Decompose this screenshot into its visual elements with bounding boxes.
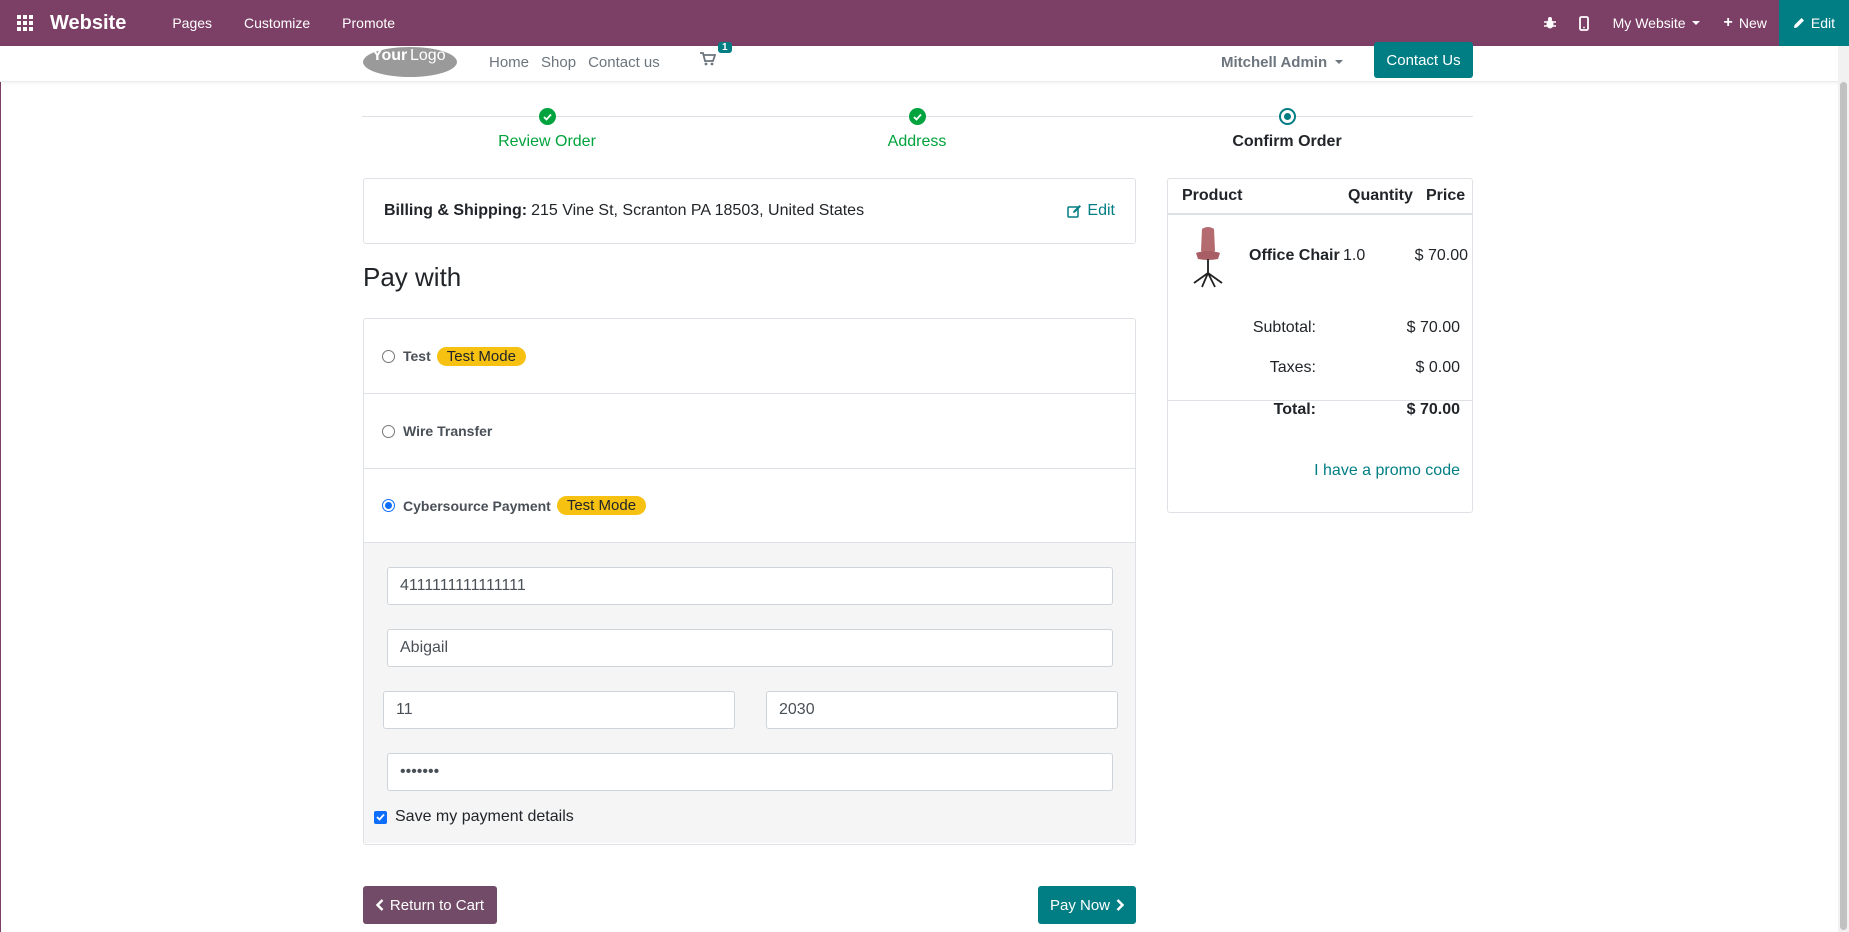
- step-address[interactable]: Address: [857, 108, 977, 151]
- taxes-label: Taxes:: [1269, 359, 1316, 376]
- expiry-year-input[interactable]: 2030: [766, 691, 1118, 729]
- admin-topbar: Website Pages Customize Promote My Websi…: [0, 0, 1849, 46]
- radio-button[interactable]: [382, 349, 395, 363]
- caret-down-icon: [1335, 60, 1344, 64]
- nav-customize[interactable]: Customize: [228, 0, 326, 46]
- apps-menu-icon[interactable]: [0, 0, 50, 46]
- product-quantity: 1.0: [1343, 247, 1366, 264]
- return-label: Return to Cart: [389, 896, 485, 914]
- edit-button[interactable]: Edit: [1778, 0, 1849, 46]
- order-summary: Product Quantity Price Office Chair 1.0 …: [1167, 178, 1473, 513]
- nav-contact[interactable]: Contact us: [588, 54, 660, 71]
- edit-icon: [1067, 205, 1082, 218]
- payment-option-cybersource[interactable]: Cybersource Payment Test Mode: [364, 469, 1135, 543]
- pay-with-heading: Pay with: [363, 262, 462, 292]
- my-website-dropdown[interactable]: My Website: [1601, 0, 1712, 46]
- billing-address: 215 Vine St, Scranton PA 18503, United S…: [531, 202, 865, 219]
- radio-button-selected[interactable]: [382, 499, 395, 512]
- mobile-preview-icon[interactable]: [1567, 0, 1601, 46]
- scrollbar-thumb[interactable]: [1840, 82, 1847, 930]
- checkbox-checked[interactable]: [374, 810, 387, 824]
- product-row: Office Chair 1.0 $ 70.00: [1168, 217, 1472, 297]
- test-mode-badge: Test Mode: [436, 346, 526, 366]
- svg-text:Your: Your: [372, 47, 407, 64]
- debug-bug-icon[interactable]: [1533, 0, 1567, 46]
- taxes-value: $ 0.00: [1415, 359, 1460, 376]
- plus-icon: +: [1723, 14, 1733, 31]
- edit-address-link[interactable]: Edit: [1067, 202, 1115, 220]
- product-image[interactable]: [1188, 225, 1228, 289]
- test-mode-badge: Test Mode: [556, 496, 647, 515]
- nav-pages[interactable]: Pages: [156, 0, 228, 46]
- user-name: Mitchell Admin: [1221, 53, 1328, 71]
- nav-shop[interactable]: Shop: [541, 54, 576, 71]
- cardholder-name-input[interactable]: Abigail: [387, 629, 1113, 667]
- check-circle-icon: [908, 108, 926, 125]
- chevron-left-icon: [375, 899, 384, 911]
- col-quantity: Quantity: [1348, 187, 1413, 204]
- nav-home[interactable]: Home: [489, 54, 529, 71]
- option-name: Cybersource Payment: [403, 497, 551, 514]
- check-circle-icon: [538, 108, 556, 125]
- expiry-month-input[interactable]: 11: [383, 691, 735, 729]
- col-price: Price: [1426, 187, 1466, 204]
- pay-now-button[interactable]: Pay Now: [1038, 886, 1136, 924]
- save-label: Save my payment details: [395, 808, 574, 825]
- col-product: Product: [1182, 187, 1243, 204]
- promo-code-link[interactable]: I have a promo code: [1314, 462, 1460, 480]
- edit-label: Edit: [1087, 202, 1115, 219]
- pay-label: Pay Now: [1049, 896, 1111, 914]
- product-price: $ 70.00: [1414, 247, 1468, 264]
- new-button[interactable]: + New: [1712, 0, 1779, 46]
- summary-header: Product Quantity Price: [1168, 179, 1472, 215]
- billing-label: Billing & Shipping:: [384, 202, 528, 219]
- card-number-input[interactable]: 4111111111111111: [387, 567, 1113, 605]
- edit-label: Edit: [1810, 15, 1835, 31]
- payment-option-test[interactable]: Test Test Mode: [364, 319, 1135, 394]
- cart-link[interactable]: 1: [700, 42, 732, 66]
- app-brand[interactable]: Website: [50, 12, 126, 35]
- step-label: Review Order: [498, 133, 596, 150]
- card-form: 4111111111111111 Abigail 11 2030 •••••••…: [364, 543, 1135, 843]
- shopping-cart-icon: [700, 52, 717, 66]
- chevron-right-icon: [1116, 899, 1125, 911]
- step-label: Address: [887, 133, 947, 150]
- subtotal-label: Subtotal:: [1252, 319, 1316, 336]
- save-payment-details[interactable]: Save my payment details: [374, 808, 574, 826]
- current-step-icon: [1278, 108, 1296, 125]
- return-to-cart-button[interactable]: Return to Cart: [363, 886, 497, 924]
- user-menu[interactable]: Mitchell Admin: [1221, 46, 1344, 78]
- step-review-order[interactable]: Review Order: [487, 108, 607, 151]
- billing-shipping-card: Billing & Shipping: 215 Vine St, Scranto…: [363, 178, 1136, 244]
- admin-topbar-right: My Website + New Edit: [1533, 0, 1849, 46]
- site-header: Your Logo Home Shop Contact us 1 Mitchel…: [0, 42, 1840, 82]
- total-label: Total:: [1273, 401, 1316, 418]
- step-confirm-order: Confirm Order: [1217, 108, 1357, 151]
- frame-border: [0, 46, 1, 932]
- site-nav: Home Shop Contact us: [489, 46, 672, 78]
- svg-text:Logo: Logo: [410, 47, 446, 64]
- total-value: $ 70.00: [1406, 401, 1460, 418]
- caret-down-icon: [1691, 21, 1700, 25]
- radio-button[interactable]: [382, 424, 395, 438]
- payment-options: Test Test Mode Wire Transfer Cybersource…: [363, 318, 1136, 845]
- step-label: Confirm Order: [1232, 133, 1342, 150]
- cvc-input[interactable]: •••••••: [387, 753, 1113, 791]
- my-website-label: My Website: [1612, 15, 1686, 31]
- cart-count-badge: 1: [718, 42, 732, 53]
- contact-us-button[interactable]: Contact Us: [1374, 42, 1473, 78]
- product-name[interactable]: Office Chair: [1249, 247, 1340, 265]
- payment-option-wire-transfer[interactable]: Wire Transfer: [364, 394, 1135, 469]
- subtotal-value: $ 70.00: [1406, 319, 1460, 336]
- option-name: Test: [403, 348, 431, 364]
- company-logo[interactable]: Your Logo: [362, 40, 458, 78]
- new-label: New: [1738, 15, 1767, 31]
- option-name: Wire Transfer: [403, 423, 493, 439]
- pencil-icon: [1793, 18, 1804, 28]
